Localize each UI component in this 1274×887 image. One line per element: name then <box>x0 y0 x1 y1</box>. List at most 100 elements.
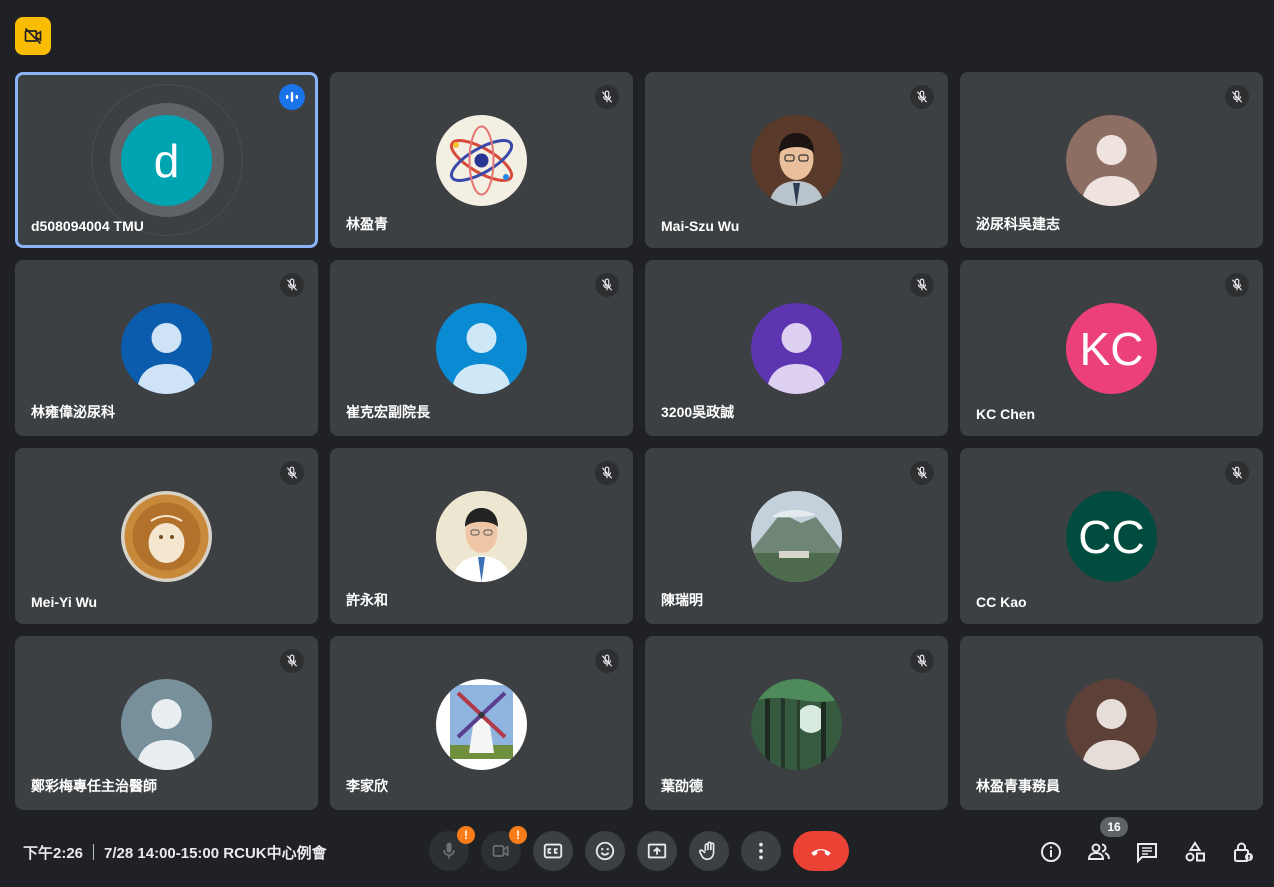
participant-tile[interactable]: Mai-Szu Wu <box>645 72 948 248</box>
avatar <box>1066 115 1157 206</box>
avatar <box>751 679 842 770</box>
info-icon <box>1041 842 1061 862</box>
mic-icon <box>443 842 455 859</box>
avatar: KC <box>1066 303 1157 394</box>
meeting-time: 下午2:26 <box>23 845 84 862</box>
participant-name: 林雍偉泌尿科 <box>31 404 115 420</box>
participant-name: 許永和 <box>346 592 388 608</box>
default-person-icon <box>452 323 511 394</box>
participant-tile[interactable]: 林盈青 <box>330 72 633 248</box>
participant-tile[interactable]: d d508094004 TMU <box>15 72 318 248</box>
camera-button[interactable]: ! <box>481 826 527 871</box>
mic-off-indicator <box>595 85 619 109</box>
avatar <box>436 303 527 394</box>
mic-off-indicator <box>595 649 619 673</box>
host-controls-icon <box>1234 842 1253 862</box>
meeting-title: 7/28 14:00-15:00 RCUK中心例會 <box>104 845 327 862</box>
captions-icon <box>543 843 563 859</box>
default-person-icon <box>137 699 196 770</box>
participant-name: 3200吳政誠 <box>661 404 735 420</box>
control-bar: 下午2:26 7/28 14:00-15:00 RCUK中心例會 ! ! 16 <box>0 815 1274 887</box>
avatar: CC <box>1066 491 1157 582</box>
captions-button[interactable] <box>533 831 573 871</box>
people-button[interactable] <box>1086 839 1112 865</box>
mic-off-icon <box>601 278 613 291</box>
mic-off-indicator <box>1225 273 1249 297</box>
default-person-icon <box>767 323 826 394</box>
mic-off-icon <box>1231 278 1243 291</box>
mic-off-indicator <box>595 461 619 485</box>
participant-tile[interactable]: 崔克宏副院長 <box>330 260 633 436</box>
mic-off-indicator <box>910 273 934 297</box>
warning-badge: ! <box>509 826 527 844</box>
activities-button[interactable] <box>1182 839 1208 865</box>
video-unavailable-badge[interactable] <box>15 17 51 55</box>
mountain-photo-icon <box>751 491 842 582</box>
speaking-icon <box>286 92 298 102</box>
participant-tile[interactable]: 3200吳政誠 <box>645 260 948 436</box>
host-controls-button[interactable] <box>1230 839 1256 865</box>
speaking-indicator <box>279 84 305 110</box>
microphone-button[interactable]: ! <box>429 826 475 871</box>
raise-hand-icon <box>699 841 715 861</box>
avatar <box>751 303 842 394</box>
participant-name: Mei-Yi Wu <box>31 594 98 610</box>
reactions-button[interactable] <box>585 831 625 871</box>
participant-tile[interactable]: 許永和 <box>330 448 633 624</box>
avatar <box>436 491 527 582</box>
leave-call-button[interactable] <box>793 831 849 871</box>
participant-tile[interactable]: CC CC Kao <box>960 448 1263 624</box>
mic-off-indicator <box>1225 461 1249 485</box>
mic-off-icon <box>916 90 928 103</box>
participant-tile[interactable]: Mei-Yi Wu <box>15 448 318 624</box>
more-options-icon <box>759 842 763 860</box>
mic-off-icon <box>286 654 298 667</box>
latte-art-photo-icon <box>124 494 209 579</box>
present-icon <box>647 843 667 859</box>
meeting-details-button[interactable] <box>1038 839 1064 865</box>
participant-name: KC Chen <box>976 406 1036 422</box>
hang-up-icon <box>811 849 831 856</box>
avatar-initial: CC <box>1078 510 1145 563</box>
participant-tile[interactable]: KC KC Chen <box>960 260 1263 436</box>
participant-name: CC Kao <box>976 594 1027 610</box>
participant-tile[interactable]: 陳瑞明 <box>645 448 948 624</box>
default-person-icon <box>1082 135 1141 206</box>
participant-name: d508094004 TMU <box>31 218 144 234</box>
windmill-photo-icon <box>450 685 513 759</box>
avatar <box>436 679 527 770</box>
mic-off-indicator <box>280 649 304 673</box>
avatar <box>121 303 212 394</box>
participant-name: 林盈青事務員 <box>976 778 1060 794</box>
more-options-button[interactable] <box>741 831 781 871</box>
participant-tile[interactable]: 林雍偉泌尿科 <box>15 260 318 436</box>
avatar-initial: d <box>153 134 180 187</box>
participant-tile[interactable]: 葉劭德 <box>645 636 948 810</box>
no-video-icon <box>24 27 42 45</box>
mic-off-indicator <box>280 461 304 485</box>
mic-off-icon <box>916 278 928 291</box>
raise-hand-button[interactable] <box>689 831 729 871</box>
mic-off-indicator <box>910 85 934 109</box>
divider <box>93 844 95 860</box>
participant-name: Mai-Szu Wu <box>661 218 740 234</box>
default-person-icon <box>1082 699 1141 770</box>
avatar <box>436 115 527 206</box>
chat-icon <box>1137 843 1157 864</box>
activities-icon <box>1185 841 1205 862</box>
chat-button[interactable] <box>1134 839 1160 865</box>
participant-tile[interactable]: 林盈青事務員 <box>960 636 1263 810</box>
warning-badge: ! <box>457 826 475 844</box>
default-person-icon <box>137 323 196 394</box>
participant-name: 陳瑞明 <box>661 592 703 608</box>
mic-off-indicator <box>595 273 619 297</box>
participant-tile[interactable]: 鄭彩梅專任主治醫師 <box>15 636 318 810</box>
participant-tile[interactable]: 泌尿科吳建志 <box>960 72 1263 248</box>
participant-tile[interactable]: 李家欣 <box>330 636 633 810</box>
emoji-icon <box>595 841 615 861</box>
mic-off-icon <box>916 654 928 667</box>
meeting-details: 下午2:26 7/28 14:00-15:00 RCUK中心例會 <box>23 842 327 863</box>
camera-icon <box>492 845 509 857</box>
mic-off-indicator <box>910 461 934 485</box>
present-button[interactable] <box>637 831 677 871</box>
